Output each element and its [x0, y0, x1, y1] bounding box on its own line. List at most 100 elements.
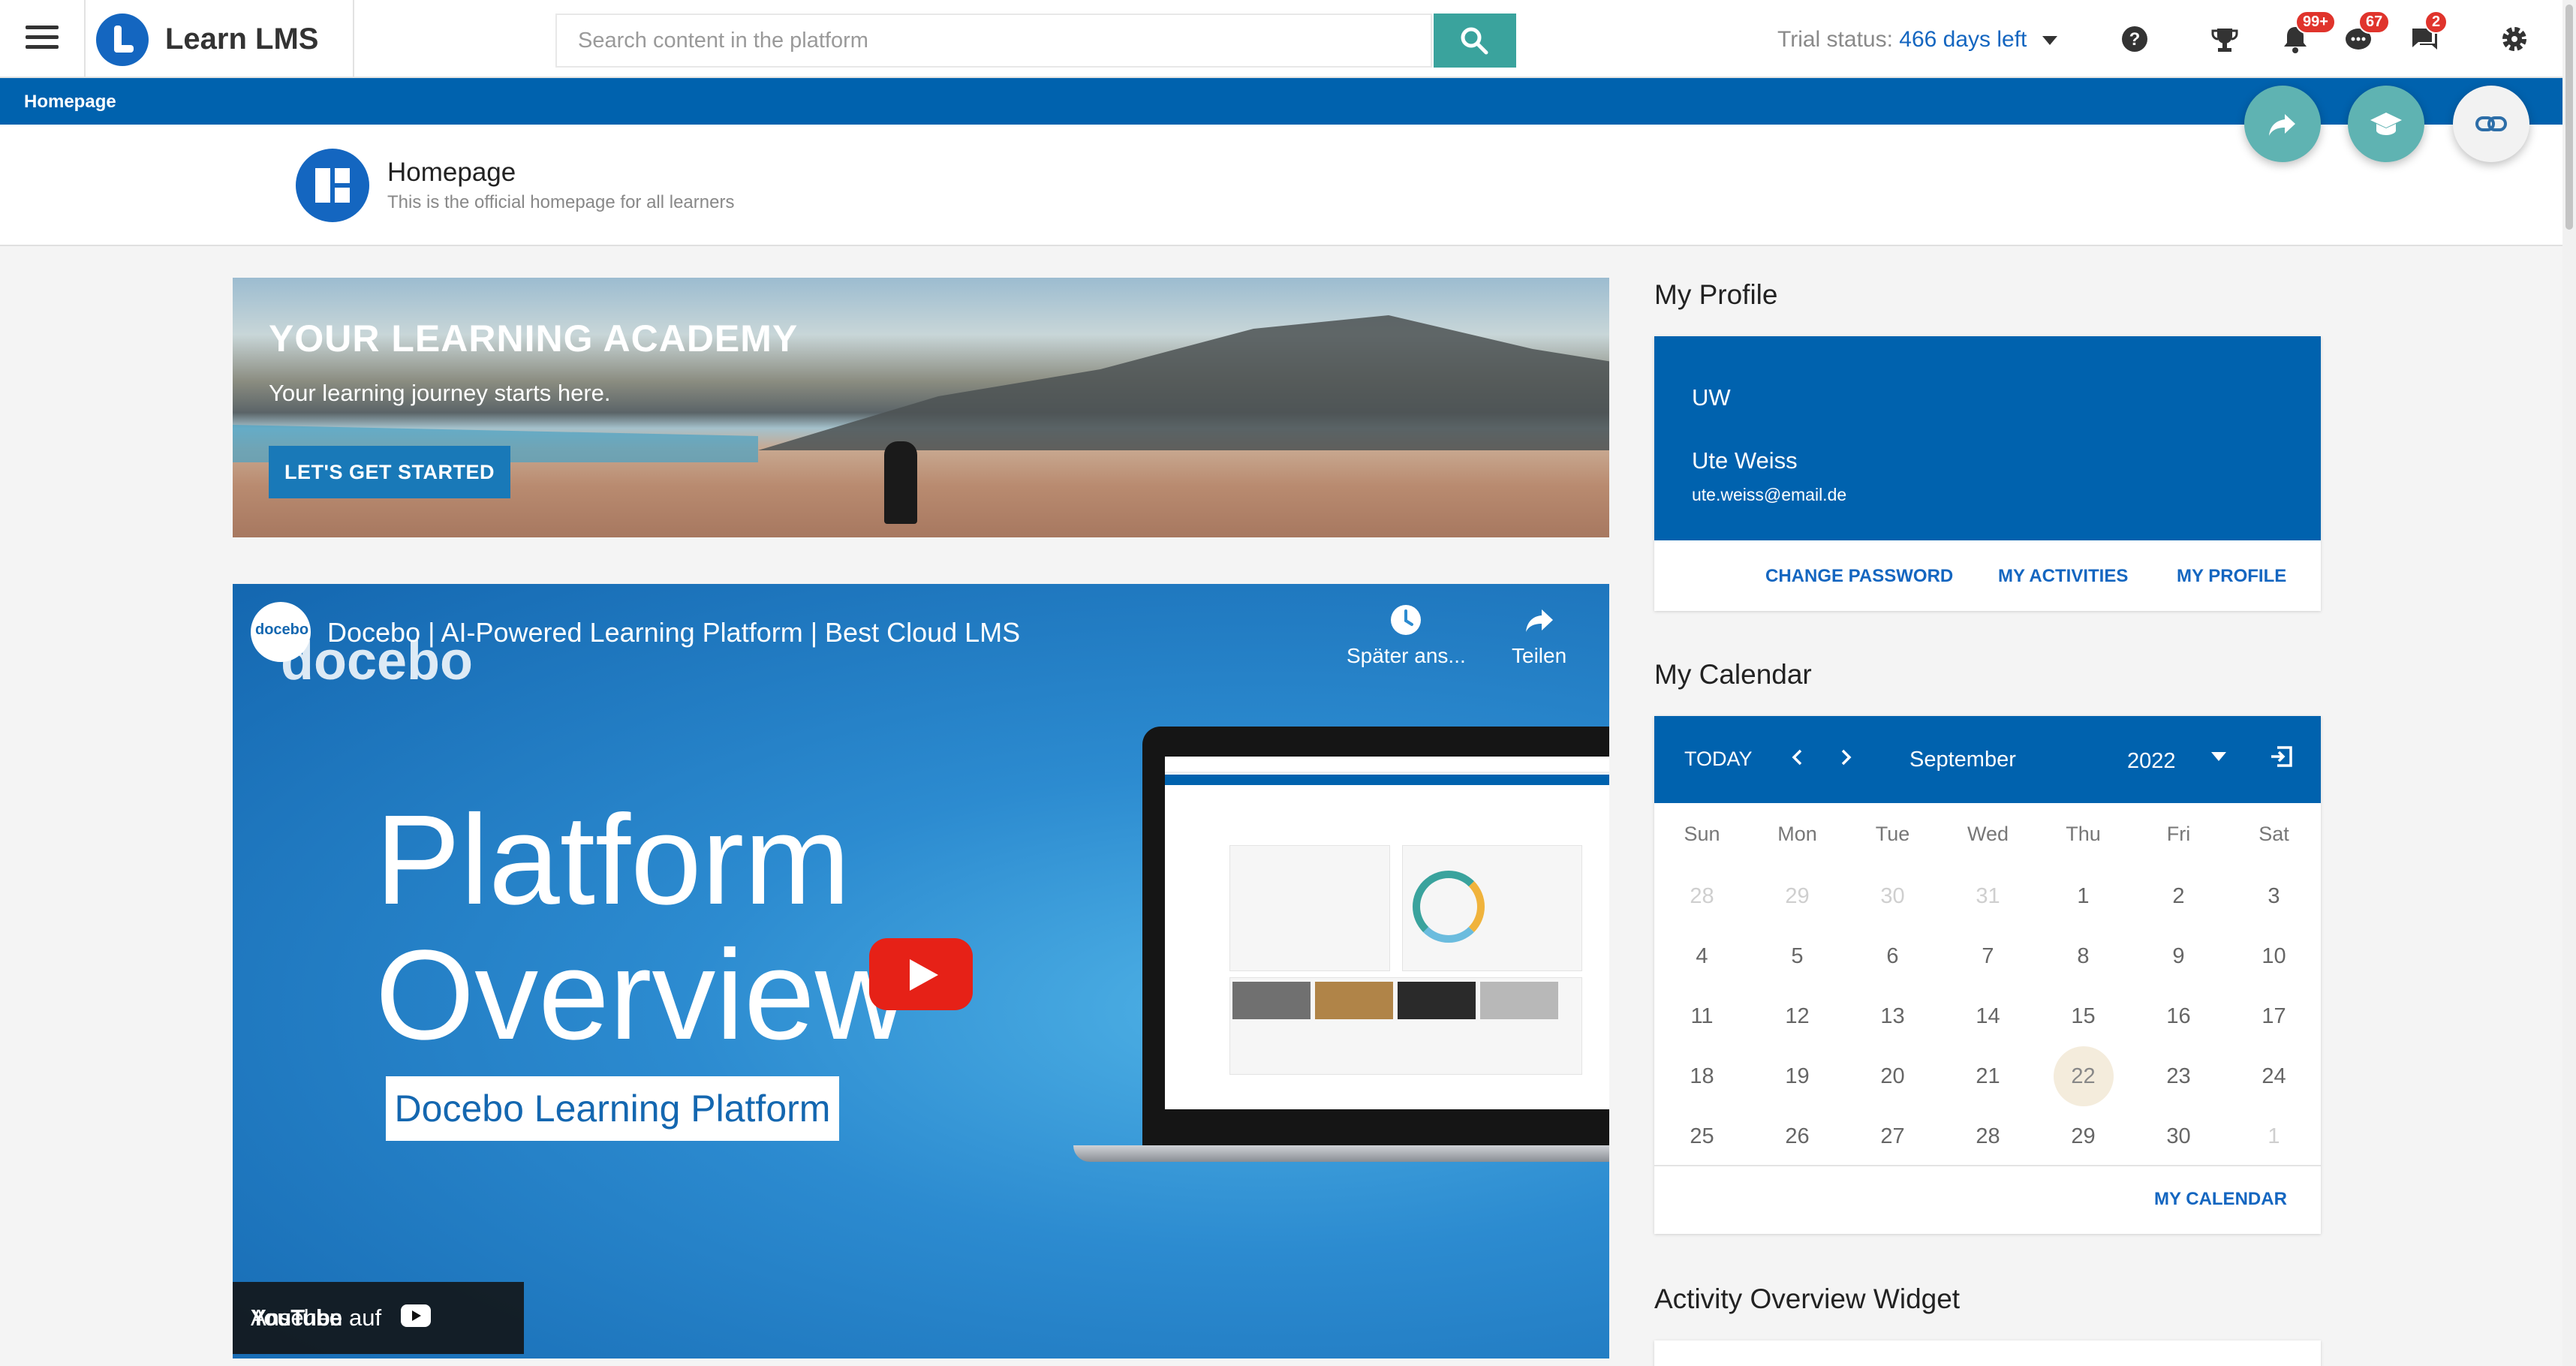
calendar-day[interactable]: 25: [1672, 1106, 1732, 1166]
video-caption: Docebo Learning Platform: [394, 1088, 831, 1130]
calendar-month: September: [1909, 748, 2016, 772]
watch-later-button[interactable]: Später ans...: [1347, 602, 1466, 668]
calendar-day[interactable]: 6: [1863, 926, 1923, 986]
caret-down-icon[interactable]: [2211, 752, 2226, 761]
calendar-day[interactable]: 18: [1672, 1046, 1732, 1106]
calendar-day[interactable]: 23: [2149, 1046, 2209, 1106]
search-icon: [1461, 27, 1488, 55]
learning-button[interactable]: [2348, 86, 2424, 162]
divider: [1654, 1165, 2321, 1166]
profile-header: UW Ute Weiss ute.weiss@email.de: [1654, 336, 2321, 540]
calendar-day[interactable]: 1: [2054, 866, 2114, 926]
change-password-link[interactable]: CHANGE PASSWORD: [1765, 566, 1953, 587]
my-profile-link[interactable]: MY PROFILE: [2177, 566, 2286, 587]
channel-logo-text: docebo: [255, 621, 309, 638]
calendar-day[interactable]: 30: [2149, 1106, 2209, 1166]
youtube-wordmark: YouTube: [251, 1304, 342, 1331]
top-navigation-bar: Learn LMS Trial status: 466 days left ? …: [0, 0, 2562, 78]
calendar-day[interactable]: 9: [2149, 926, 2209, 986]
page-header: Homepage This is the official homepage f…: [0, 125, 2562, 246]
weekday-header: Thu: [2066, 823, 2101, 845]
help-icon[interactable]: ?: [2118, 23, 2151, 56]
video-title[interactable]: Docebo | AI-Powered Learning Platform | …: [327, 617, 1020, 648]
calendar-day[interactable]: 20: [1863, 1046, 1923, 1106]
calendar-day[interactable]: 19: [1768, 1046, 1828, 1106]
calendar-day-outside-month[interactable]: 1: [2244, 1106, 2304, 1166]
today-button[interactable]: TODAY: [1684, 748, 1753, 771]
video-player[interactable]: docebo docebo Docebo | AI-Powered Learni…: [233, 584, 1609, 1358]
get-started-button[interactable]: LET'S GET STARTED: [269, 446, 510, 498]
calendar-day[interactable]: 7: [1958, 926, 2018, 986]
calendar-day[interactable]: 21: [1958, 1046, 2018, 1106]
calendar-day[interactable]: 27: [1863, 1106, 1923, 1166]
breadcrumb-homepage[interactable]: Homepage: [24, 92, 116, 113]
weekday-header: Fri: [2166, 823, 2191, 845]
search-input[interactable]: [557, 15, 1432, 66]
calendar-day[interactable]: 29: [2054, 1106, 2114, 1166]
calendar-day[interactable]: 3: [2244, 866, 2304, 926]
profile-name: Ute Weiss: [1692, 447, 1798, 474]
calendar-day-today[interactable]: 22: [2053, 1046, 2114, 1106]
calendar-day[interactable]: 2: [2149, 866, 2209, 926]
menu-icon[interactable]: [26, 26, 59, 53]
profile-card: UW Ute Weiss ute.weiss@email.de CHANGE P…: [1654, 336, 2321, 611]
calendar-day[interactable]: 28: [1958, 1106, 2018, 1166]
caret-down-icon: [2042, 36, 2057, 46]
calendar-day[interactable]: 24: [2244, 1046, 2304, 1106]
calendar-day-outside-month[interactable]: 28: [1672, 866, 1732, 926]
calendar-day[interactable]: 17: [2244, 986, 2304, 1046]
calendar-day[interactable]: 10: [2244, 926, 2304, 986]
calendar-day[interactable]: 15: [2054, 986, 2114, 1046]
calendar-year-select[interactable]: 2022: [2127, 749, 2176, 774]
hero-banner: YOUR LEARNING ACADEMY Your learning jour…: [233, 278, 1609, 537]
screen-thumb-2: [1315, 982, 1393, 1019]
chevron-right-icon[interactable]: [1834, 746, 1857, 769]
page-subtitle: This is the official homepage for all le…: [387, 192, 735, 212]
banner-hiker-image: [884, 441, 917, 524]
video-headline-line2: Overview: [375, 924, 907, 1067]
messages-icon[interactable]: 2: [2408, 11, 2448, 56]
calendar-day-outside-month[interactable]: 30: [1863, 866, 1923, 926]
laptop-screen: [1165, 757, 1609, 1109]
avatar[interactable]: UW: [1692, 384, 1731, 411]
screen-calendar-card: [1229, 845, 1390, 971]
calendar-day[interactable]: 4: [1672, 926, 1732, 986]
settings-gear-icon[interactable]: [2498, 23, 2531, 56]
calendar-day[interactable]: 14: [1958, 986, 2018, 1046]
search-button[interactable]: [1434, 14, 1516, 68]
my-activities-link[interactable]: MY ACTIVITIES: [1998, 566, 2128, 587]
calendar-day[interactable]: 16: [2149, 986, 2209, 1046]
channel-logo[interactable]: docebo: [251, 602, 311, 662]
calendar-day-outside-month[interactable]: 29: [1768, 866, 1828, 926]
notifications-icon[interactable]: 99+: [2279, 11, 2336, 56]
share-button[interactable]: [2244, 86, 2321, 162]
copy-link-button[interactable]: [2453, 86, 2529, 162]
play-button[interactable]: [869, 938, 973, 1010]
chevron-left-icon[interactable]: [1786, 746, 1809, 769]
laptop-base: [1073, 1145, 1609, 1162]
chat-icon[interactable]: 67: [2342, 11, 2391, 56]
calendar-day[interactable]: 5: [1768, 926, 1828, 986]
my-calendar-link[interactable]: MY CALENDAR: [2154, 1189, 2287, 1210]
page-title: Homepage: [387, 158, 516, 187]
link-icon: [2475, 116, 2507, 131]
search-box: [555, 14, 1516, 68]
calendar-day-outside-month[interactable]: 31: [1958, 866, 2018, 926]
share-icon: [1525, 609, 1553, 632]
screen-bluebar: [1165, 775, 1609, 785]
share-video-button[interactable]: Teilen: [1512, 602, 1566, 668]
calendar-day[interactable]: 26: [1768, 1106, 1828, 1166]
watch-on-youtube-button[interactable]: Ansehen auf YouTube: [233, 1282, 524, 1354]
brand-name: Learn LMS: [165, 23, 319, 56]
weekday-header: Sat: [2259, 823, 2289, 845]
calendar-day[interactable]: 8: [2054, 926, 2114, 986]
calendar-day[interactable]: 11: [1672, 986, 1732, 1046]
calendar-day[interactable]: 13: [1863, 986, 1923, 1046]
open-calendar-icon[interactable]: [2268, 743, 2295, 774]
chat-badge: 67: [2358, 11, 2391, 34]
brand[interactable]: Learn LMS: [84, 0, 354, 78]
trial-status-dropdown[interactable]: Trial status: 466 days left: [1777, 27, 2057, 53]
scrollbar-thumb[interactable]: [2565, 5, 2573, 230]
calendar-day[interactable]: 12: [1768, 986, 1828, 1046]
trophy-icon[interactable]: [2208, 23, 2241, 56]
